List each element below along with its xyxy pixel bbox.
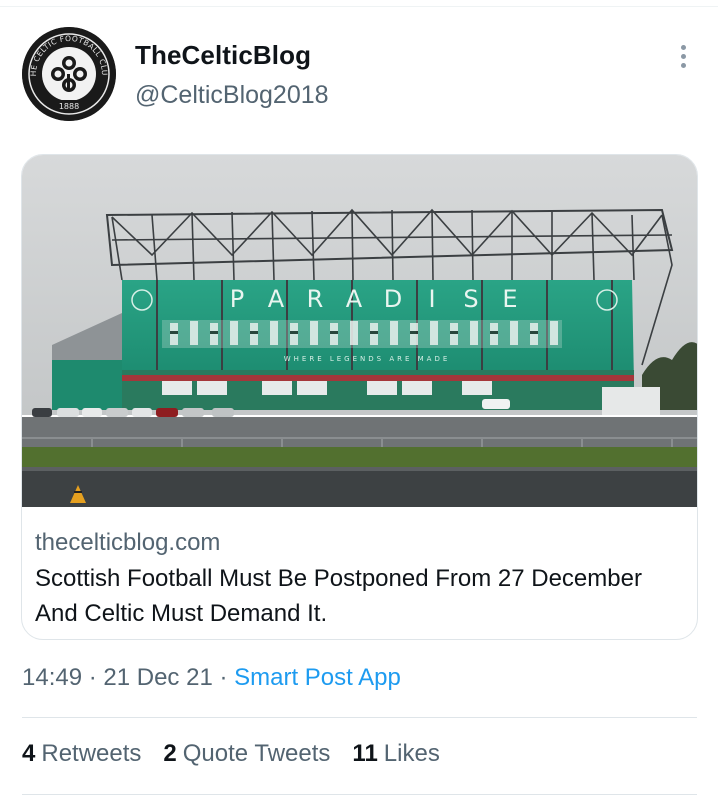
stadium-letter: D: [384, 285, 402, 313]
likes-count: 11: [352, 740, 378, 767]
celtic-crest-icon: THE CELTIC FOOTBALL CLUB 1888: [22, 27, 116, 121]
stadium-letter: E: [502, 285, 517, 313]
likes-stat[interactable]: 11 Likes: [352, 740, 439, 768]
meta-separator: ·: [82, 664, 104, 691]
meta-separator: ·: [212, 664, 235, 691]
more-options-icon[interactable]: [670, 40, 696, 72]
tweet-stats: 4 Retweets 2 Quote Tweets 11 Likes: [22, 740, 440, 768]
divider: [22, 794, 697, 795]
tweet-source-link[interactable]: Smart Post App: [234, 664, 401, 691]
author-handle[interactable]: @CelticBlog2018: [135, 81, 329, 110]
card-text: thecelticblog.com Scottish Football Must…: [22, 507, 697, 631]
stadium-letter: I: [428, 285, 435, 313]
stadium-subtitle: WHERE LEGENDS ARE MADE: [284, 355, 451, 363]
retweets-count: 4: [22, 740, 36, 767]
author-avatar[interactable]: THE CELTIC FOOTBALL CLUB 1888: [22, 27, 116, 121]
stadium-image: P A R A D I S E WHERE LEGENDS ARE MADE: [22, 155, 697, 507]
quote-tweets-stat[interactable]: 2 Quote Tweets: [163, 740, 330, 768]
stadium-letter: P: [230, 285, 244, 313]
quote-tweets-label: Quote Tweets: [182, 740, 331, 767]
link-preview-card[interactable]: P A R A D I S E WHERE LEGENDS ARE MADE t…: [21, 154, 698, 640]
avatar-year: 1888: [59, 102, 79, 111]
top-divider: [0, 6, 718, 7]
stadium-letter: A: [268, 285, 285, 313]
stadium-letter: S: [463, 285, 478, 313]
quote-tweets-count: 2: [163, 740, 177, 767]
tweet-date[interactable]: 21 Dec 21: [103, 664, 212, 691]
card-domain: thecelticblog.com: [35, 529, 221, 556]
card-title: Scottish Football Must Be Postponed From…: [35, 565, 642, 627]
retweets-stat[interactable]: 4 Retweets: [22, 740, 141, 768]
tweet-time[interactable]: 14:49: [22, 664, 82, 691]
stadium-letter: R: [307, 285, 324, 313]
likes-label: Likes: [383, 740, 440, 767]
stadium-letter: A: [346, 285, 363, 313]
tweet-meta: 14:49 · 21 Dec 21 · Smart Post App: [22, 664, 401, 692]
divider: [22, 717, 697, 718]
author-name[interactable]: TheCelticBlog: [135, 40, 311, 71]
retweets-label: Retweets: [41, 740, 142, 767]
